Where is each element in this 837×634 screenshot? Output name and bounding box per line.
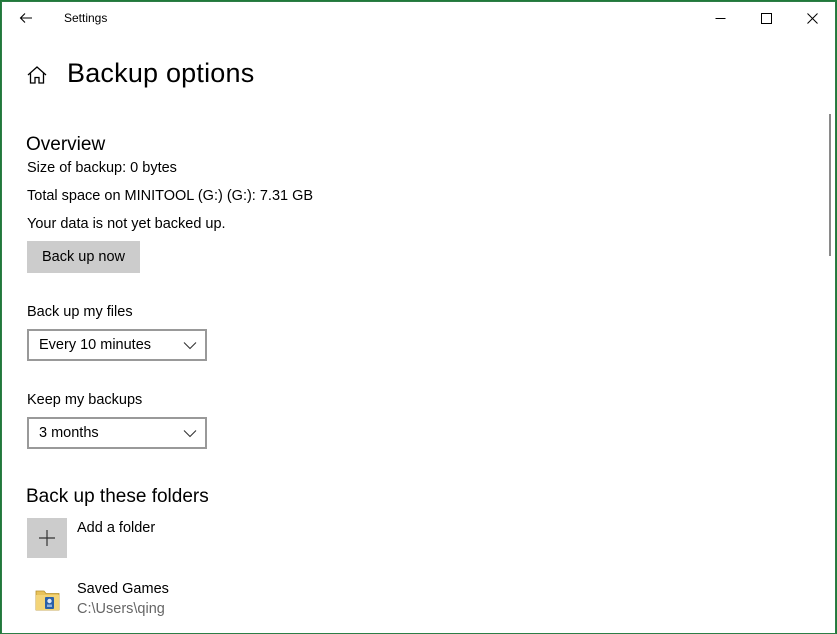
frequency-selected-value: Every 10 minutes: [39, 337, 152, 353]
plus-icon: [39, 530, 55, 546]
maximize-button[interactable]: [743, 2, 789, 34]
close-icon: [806, 12, 818, 24]
back-arrow-icon: [19, 13, 32, 23]
saved-games-folder-icon: [35, 590, 60, 611]
retention-selected-value: 3 months: [39, 425, 99, 441]
backup-size-text: Size of backup: 0 bytes: [27, 160, 177, 176]
title-bar: Settings: [2, 2, 835, 34]
minimize-icon: [715, 17, 725, 19]
total-space-text: Total space on MINITOOL (G:) (G:): 7.31 …: [27, 188, 314, 204]
close-button[interactable]: [789, 2, 835, 34]
home-icon[interactable]: [26, 64, 48, 86]
chevron-down-icon: [183, 430, 197, 438]
add-folder-label[interactable]: Add a folder: [77, 520, 155, 536]
overview-heading: Overview: [26, 134, 106, 155]
maximize-icon: [760, 12, 772, 24]
backup-status-text: Your data is not yet backed up.: [27, 216, 226, 232]
settings-window: Settings Backup options Overview Size of…: [1, 1, 836, 634]
back-button[interactable]: [10, 6, 42, 30]
frequency-dropdown[interactable]: Every 10 minutes: [27, 329, 207, 361]
frequency-label: Back up my files: [27, 304, 133, 320]
folder-item-name[interactable]: Saved Games: [77, 581, 169, 597]
chevron-down-icon: [183, 342, 197, 350]
retention-dropdown[interactable]: 3 months: [27, 417, 207, 449]
folder-item-path: C:\Users\qing: [77, 601, 165, 617]
retention-label: Keep my backups: [27, 392, 143, 408]
add-folder-button[interactable]: [27, 518, 67, 558]
page-title: Backup options: [67, 58, 255, 88]
back-up-now-button[interactable]: Back up now: [27, 241, 140, 273]
minimize-button[interactable]: [697, 2, 743, 34]
folders-heading: Back up these folders: [26, 486, 209, 507]
window-title: Settings: [64, 11, 108, 25]
vertical-scrollbar[interactable]: [829, 114, 831, 256]
